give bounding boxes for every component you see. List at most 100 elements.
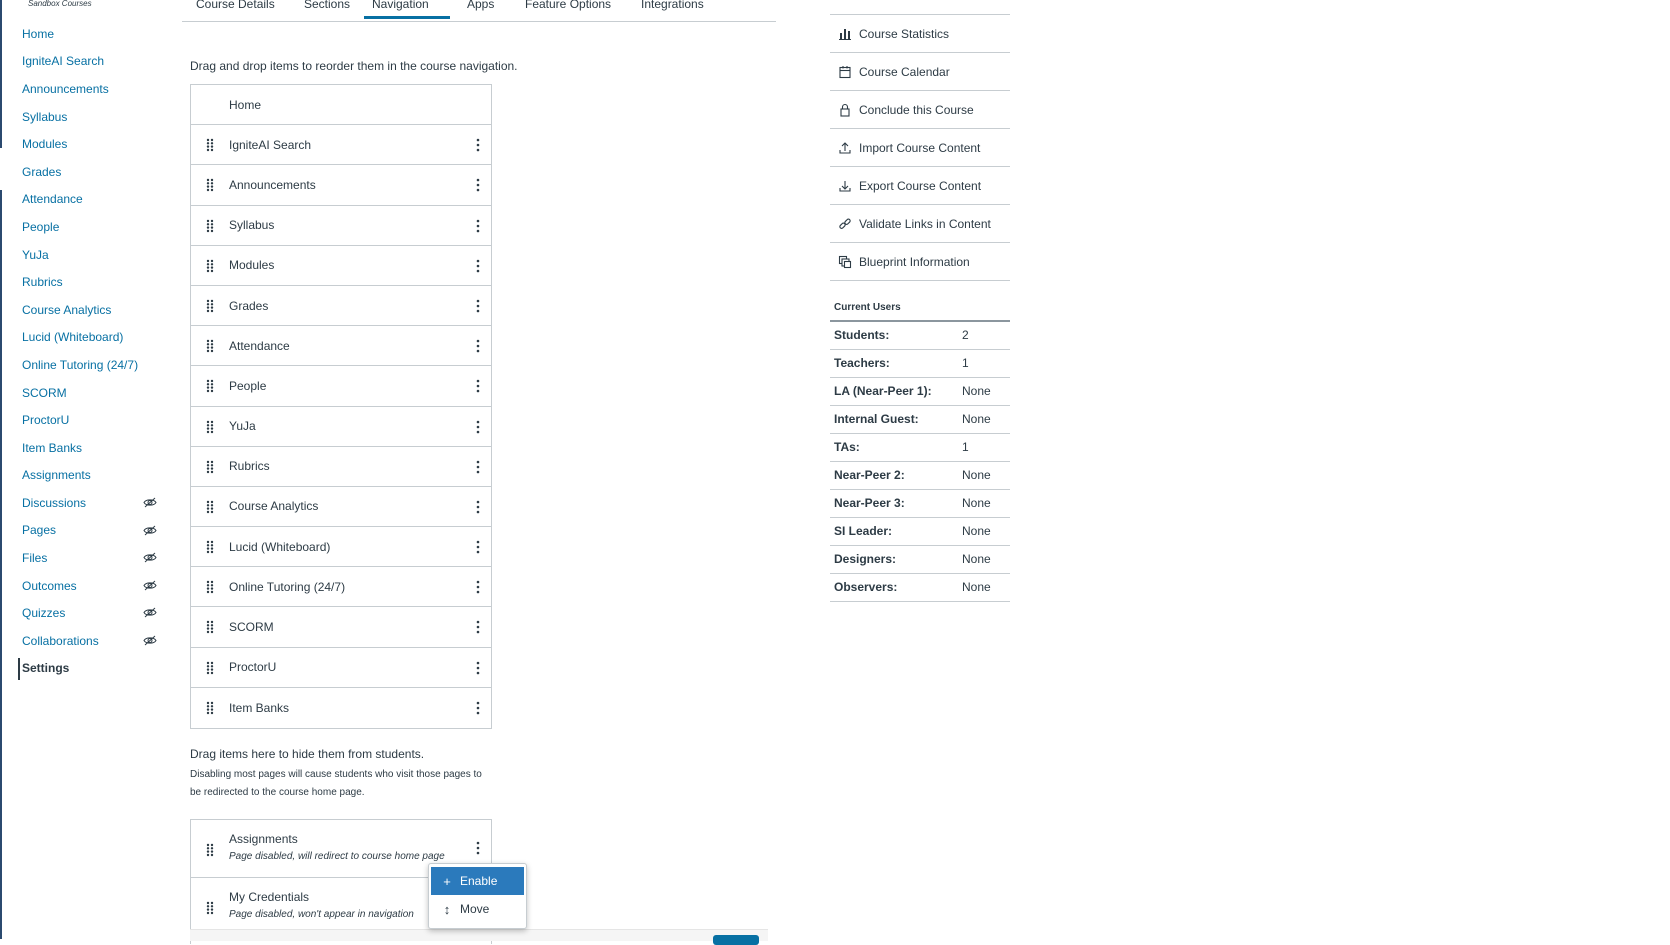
export-content-link[interactable]: Export Course Content bbox=[830, 167, 1010, 205]
drag-handle-icon[interactable] bbox=[205, 299, 215, 313]
user-role: Teachers: bbox=[830, 349, 960, 378]
course-nav-people[interactable]: People bbox=[22, 213, 157, 241]
conclude-course-link[interactable]: Conclude this Course bbox=[830, 91, 1010, 129]
more-options-icon[interactable] bbox=[473, 699, 483, 717]
disabled-row-note: Page disabled, won't appear in navigatio… bbox=[229, 909, 414, 920]
nav-row-lucid-whiteboard[interactable]: Lucid (Whiteboard) bbox=[191, 527, 491, 568]
drag-handle-icon[interactable] bbox=[205, 259, 215, 273]
tab-integrations[interactable]: Integrations bbox=[641, 0, 704, 19]
course-nav-proctoru[interactable]: ProctorU bbox=[22, 406, 157, 434]
download-icon bbox=[839, 180, 851, 192]
more-options-icon[interactable] bbox=[473, 377, 483, 395]
validate-links-link[interactable]: Validate Links in Content bbox=[830, 205, 1010, 243]
nav-row-scorm[interactable]: SCORM bbox=[191, 607, 491, 648]
course-nav-discussions[interactable]: Discussions bbox=[22, 489, 157, 517]
course-nav-files[interactable]: Files bbox=[22, 544, 157, 572]
form-actions-bar bbox=[190, 929, 768, 941]
course-nav-label: Rubrics bbox=[22, 275, 63, 290]
more-options-icon[interactable] bbox=[473, 458, 483, 476]
drag-handle-icon[interactable] bbox=[205, 420, 215, 434]
user-role: Near-Peer 3: bbox=[830, 489, 960, 518]
menu-item-enable[interactable]: + Enable bbox=[431, 867, 524, 895]
more-options-icon[interactable] bbox=[473, 257, 483, 275]
nav-row-attendance[interactable]: Attendance bbox=[191, 326, 491, 367]
more-options-icon[interactable] bbox=[473, 297, 483, 315]
save-button[interactable] bbox=[713, 935, 759, 945]
course-nav-announcements[interactable]: Announcements bbox=[22, 75, 157, 103]
drag-handle-icon[interactable] bbox=[205, 379, 215, 393]
more-options-icon[interactable] bbox=[473, 618, 483, 636]
drag-handle-icon[interactable] bbox=[205, 138, 215, 152]
menu-item-move[interactable]: ↕ Move bbox=[431, 895, 524, 923]
blueprint-info-link[interactable]: Blueprint Information bbox=[830, 243, 1010, 281]
course-nav-course-analytics[interactable]: Course Analytics bbox=[22, 296, 157, 324]
course-calendar-link[interactable]: Course Calendar bbox=[830, 53, 1010, 91]
drag-handle-icon[interactable] bbox=[205, 661, 215, 675]
course-nav-settings[interactable]: Settings bbox=[18, 655, 157, 683]
nav-row-home: Home bbox=[191, 85, 491, 126]
nav-row-label: Attendance bbox=[229, 338, 290, 353]
nav-row-proctoru[interactable]: ProctorU bbox=[191, 648, 491, 688]
course-nav-item-banks[interactable]: Item Banks bbox=[22, 434, 157, 462]
course-nav-quizzes[interactable]: Quizzes bbox=[22, 599, 157, 627]
drag-handle-icon[interactable] bbox=[205, 219, 215, 233]
nav-row-people[interactable]: People bbox=[191, 366, 491, 407]
nav-row-grades[interactable]: Grades bbox=[191, 286, 491, 327]
tab-course-details[interactable]: Course Details bbox=[196, 0, 275, 19]
nav-row-rubrics[interactable]: Rubrics bbox=[191, 447, 491, 487]
nav-row-item-banks[interactable]: Item Banks bbox=[191, 688, 491, 728]
nav-row-announcements[interactable]: Announcements bbox=[191, 165, 491, 206]
drag-handle-icon[interactable] bbox=[205, 843, 215, 857]
nav-row-igniteai-search[interactable]: IgniteAI Search bbox=[191, 125, 491, 166]
more-options-icon[interactable] bbox=[473, 176, 483, 194]
more-options-icon[interactable] bbox=[473, 659, 483, 677]
nav-row-syllabus[interactable]: Syllabus bbox=[191, 206, 491, 246]
course-nav-lucid-whiteboard[interactable]: Lucid (Whiteboard) bbox=[22, 324, 157, 352]
nav-row-online-tutoring-24-7[interactable]: Online Tutoring (24/7) bbox=[191, 567, 491, 608]
more-options-icon[interactable] bbox=[473, 136, 483, 154]
course-nav-collaborations[interactable]: Collaborations bbox=[22, 627, 157, 655]
course-nav-online-tutoring-24-7[interactable]: Online Tutoring (24/7) bbox=[22, 351, 157, 379]
drag-handle-icon[interactable] bbox=[205, 460, 215, 474]
course-nav-syllabus[interactable]: Syllabus bbox=[22, 103, 157, 131]
drag-handle-icon[interactable] bbox=[205, 500, 215, 514]
tab-apps[interactable]: Apps bbox=[467, 0, 494, 19]
course-statistics-link[interactable]: Course Statistics bbox=[830, 15, 1010, 53]
more-options-icon[interactable] bbox=[473, 418, 483, 436]
course-nav-igniteai-search[interactable]: IgniteAI Search bbox=[22, 48, 157, 76]
more-options-icon[interactable] bbox=[473, 337, 483, 355]
drag-handle-icon[interactable] bbox=[205, 540, 215, 554]
more-options-icon[interactable] bbox=[473, 538, 483, 556]
import-content-link[interactable]: Import Course Content bbox=[830, 129, 1010, 167]
drag-handle-icon[interactable] bbox=[205, 620, 215, 634]
more-options-icon[interactable] bbox=[473, 217, 483, 235]
course-nav-modules[interactable]: Modules bbox=[22, 130, 157, 158]
more-options-icon[interactable] bbox=[473, 578, 483, 596]
drag-handle-icon[interactable] bbox=[205, 339, 215, 353]
tab-navigation[interactable]: Navigation bbox=[364, 0, 450, 19]
hide-instruction: Drag items here to hide them from studen… bbox=[190, 747, 425, 761]
course-nav-scorm[interactable]: SCORM bbox=[22, 379, 157, 407]
course-nav-grades[interactable]: Grades bbox=[22, 158, 157, 186]
nav-row-course-analytics[interactable]: Course Analytics bbox=[191, 487, 491, 528]
nav-row-modules[interactable]: Modules bbox=[191, 246, 491, 286]
more-options-icon[interactable] bbox=[473, 839, 483, 857]
course-nav-home[interactable]: Home bbox=[22, 20, 157, 48]
nav-row-yuja[interactable]: YuJa bbox=[191, 407, 491, 447]
drag-handle-icon[interactable] bbox=[205, 580, 215, 594]
course-nav-outcomes[interactable]: Outcomes bbox=[22, 572, 157, 600]
course-nav-yuja[interactable]: YuJa bbox=[22, 241, 157, 269]
more-options-icon[interactable] bbox=[473, 498, 483, 516]
menu-item-move-label: Move bbox=[460, 902, 490, 916]
course-nav-attendance[interactable]: Attendance bbox=[22, 186, 157, 214]
plus-icon: + bbox=[443, 873, 451, 889]
nav-row-label: SCORM bbox=[229, 620, 274, 635]
course-nav-pages[interactable]: Pages bbox=[22, 517, 157, 545]
tab-feature-options[interactable]: Feature Options bbox=[525, 0, 611, 19]
course-nav-rubrics[interactable]: Rubrics bbox=[22, 268, 157, 296]
drag-handle-icon[interactable] bbox=[205, 701, 215, 715]
drag-handle-icon[interactable] bbox=[205, 901, 215, 915]
course-nav-assignments[interactable]: Assignments bbox=[22, 462, 157, 490]
tab-sections[interactable]: Sections bbox=[304, 0, 350, 19]
drag-handle-icon[interactable] bbox=[205, 178, 215, 192]
